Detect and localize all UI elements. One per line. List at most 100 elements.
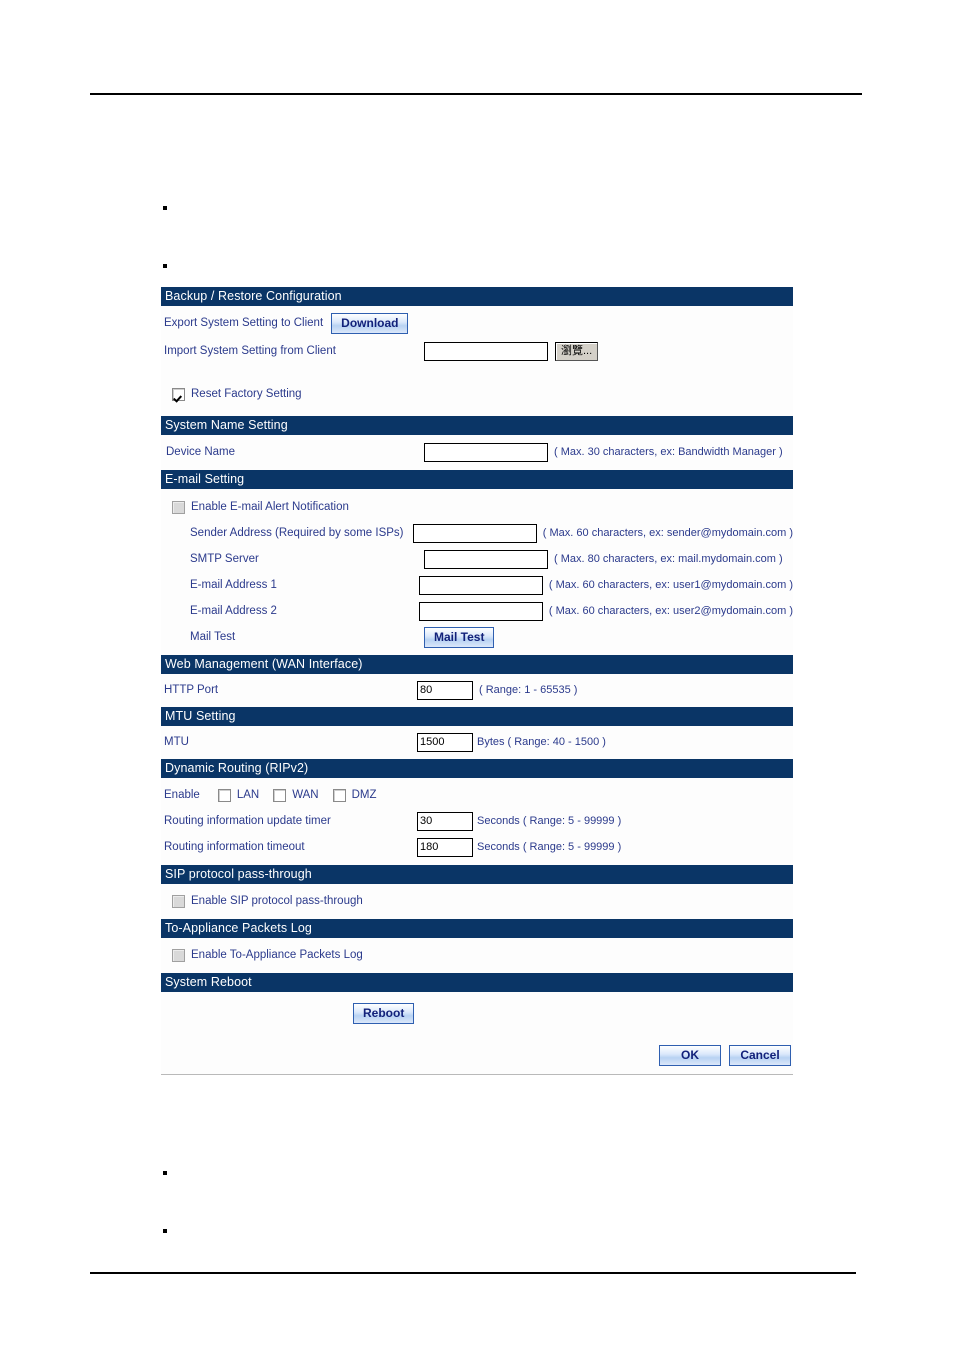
routing-update-timer-row: Routing information update timer Seconds… xyxy=(161,808,793,834)
configuration-panel: Backup / Restore Configuration Export Sy… xyxy=(161,287,793,1075)
download-button[interactable]: Download xyxy=(331,312,409,334)
reboot-button[interactable]: Reboot xyxy=(353,1002,415,1024)
browse-button[interactable]: 瀏覽... xyxy=(555,341,599,361)
ok-button[interactable]: OK xyxy=(659,1045,721,1066)
packets-log-enable-checkbox[interactable] xyxy=(172,948,185,962)
email-address-1-label: E-mail Address 1 xyxy=(190,579,277,591)
mtu-input[interactable] xyxy=(417,732,473,752)
reset-factory-checkbox[interactable] xyxy=(172,387,185,401)
routing-update-timer-label: Routing information update timer xyxy=(164,815,331,827)
import-setting-row: Import System Setting from Client 瀏覽... xyxy=(161,336,793,364)
routing-wan-label: WAN xyxy=(292,789,319,801)
panel-bottom-rule xyxy=(161,1074,793,1075)
http-port-input[interactable] xyxy=(417,680,473,700)
sip-enable-row: Enable SIP protocol pass-through xyxy=(161,884,793,919)
routing-dmz-label: DMZ xyxy=(351,789,377,801)
enable-email-alert-label: Enable E-mail Alert Notification xyxy=(191,501,349,513)
section-header-packets-log: To-Appliance Packets Log xyxy=(161,919,793,938)
routing-timeout-label: Routing information timeout xyxy=(164,841,305,853)
sender-address-hint: ( Max. 60 characters, ex: sender@mydomai… xyxy=(542,527,793,539)
routing-update-timer-input[interactable] xyxy=(417,811,473,831)
section-body-backup-restore: Export System Setting to Client Download… xyxy=(161,306,793,416)
email-address-2-label: E-mail Address 2 xyxy=(190,605,277,617)
device-name-row: Device Name ( Max. 30 characters, ex: Ba… xyxy=(161,435,793,470)
http-port-row: HTTP Port ( Range: 1 - 65535 ) xyxy=(161,674,793,707)
import-file-input[interactable] xyxy=(424,341,548,361)
device-name-label: Device Name xyxy=(166,446,236,458)
mtu-row: MTU Bytes ( Range: 40 - 1500 ) xyxy=(161,726,793,759)
email-address-1-hint: ( Max. 60 characters, ex: user1@mydomain… xyxy=(548,579,793,591)
email-address-2-input[interactable] xyxy=(418,601,543,621)
section-header-system-name: System Name Setting xyxy=(161,416,793,435)
section-body-web-management: HTTP Port ( Range: 1 - 65535 ) xyxy=(161,674,793,707)
cancel-button[interactable]: Cancel xyxy=(729,1045,791,1066)
routing-update-timer-unit: Seconds xyxy=(477,815,520,827)
doc-bullet-1 xyxy=(163,206,167,210)
http-port-hint: ( Range: 1 - 65535 ) xyxy=(479,684,578,696)
sender-address-label: Sender Address (Required by some ISPs) xyxy=(190,527,404,539)
section-body-email: Enable E-mail Alert Notification Sender … xyxy=(161,489,793,655)
doc-bullet-4 xyxy=(163,1229,167,1233)
section-body-dynamic-routing: Enable LAN WAN DMZ Routing information u… xyxy=(161,778,793,865)
enable-email-alert-row: Enable E-mail Alert Notification xyxy=(161,489,793,520)
reboot-row: Reboot xyxy=(161,992,793,1031)
footer-rule xyxy=(90,1272,856,1274)
smtp-server-label: SMTP Server xyxy=(190,553,259,565)
section-header-sip: SIP protocol pass-through xyxy=(161,865,793,884)
sip-enable-label: Enable SIP protocol pass-through xyxy=(191,895,363,907)
routing-wan-checkbox[interactable] xyxy=(273,788,287,802)
routing-timeout-input[interactable] xyxy=(417,837,473,857)
email-address-2-row: E-mail Address 2 ( Max. 60 characters, e… xyxy=(161,598,793,624)
sip-enable-checkbox[interactable] xyxy=(172,894,185,908)
section-body-packets-log: Enable To-Appliance Packets Log xyxy=(161,938,793,973)
export-setting-label: Export System Setting to Client xyxy=(164,317,324,329)
section-header-web-management: Web Management (WAN Interface) xyxy=(161,655,793,674)
section-header-system-reboot: System Reboot xyxy=(161,973,793,992)
email-address-1-input[interactable] xyxy=(418,575,543,595)
routing-update-timer-hint: ( Range: 5 - 99999 ) xyxy=(522,815,622,827)
section-body-sip: Enable SIP protocol pass-through xyxy=(161,884,793,919)
email-address-2-hint: ( Max. 60 characters, ex: user2@mydomain… xyxy=(548,605,793,617)
http-port-label: HTTP Port xyxy=(164,684,219,696)
routing-timeout-row: Routing information timeout Seconds ( Ra… xyxy=(161,834,793,865)
packets-log-enable-row: Enable To-Appliance Packets Log xyxy=(161,938,793,973)
section-header-email: E-mail Setting xyxy=(161,470,793,489)
doc-bullet-3 xyxy=(163,1171,167,1175)
routing-timeout-unit: Seconds xyxy=(477,841,520,853)
mtu-label: MTU xyxy=(164,736,189,748)
routing-dmz-checkbox[interactable] xyxy=(332,788,346,802)
smtp-server-input[interactable] xyxy=(424,549,548,569)
routing-lan-checkbox[interactable] xyxy=(217,788,231,802)
header-rule xyxy=(90,93,862,95)
section-header-dynamic-routing: Dynamic Routing (RIPv2) xyxy=(161,759,793,778)
section-body-mtu: MTU Bytes ( Range: 40 - 1500 ) xyxy=(161,726,793,759)
smtp-server-hint: ( Max. 80 characters, ex: mail.mydomain.… xyxy=(554,553,783,565)
section-body-system-name: Device Name ( Max. 30 characters, ex: Ba… xyxy=(161,435,793,470)
routing-timeout-hint: ( Range: 5 - 99999 ) xyxy=(522,841,622,853)
import-setting-label: Import System Setting from Client xyxy=(164,345,336,357)
device-name-hint: ( Max. 30 characters, ex: Bandwidth Mana… xyxy=(554,446,783,458)
enable-email-alert-checkbox[interactable] xyxy=(172,500,185,514)
reset-factory-label: Reset Factory Setting xyxy=(191,388,302,400)
sender-address-input[interactable] xyxy=(412,523,537,543)
form-actions: OK Cancel xyxy=(161,1031,793,1074)
packets-log-enable-label: Enable To-Appliance Packets Log xyxy=(191,949,363,961)
mail-test-label: Mail Test xyxy=(190,631,236,643)
smtp-server-row: SMTP Server ( Max. 80 characters, ex: ma… xyxy=(161,546,793,572)
export-setting-row: Export System Setting to Client Download xyxy=(161,306,793,336)
device-name-input[interactable] xyxy=(424,442,548,462)
reset-factory-row: Reset Factory Setting xyxy=(161,364,793,416)
mail-test-row: Mail Test Mail Test xyxy=(161,624,793,655)
doc-bullet-2 xyxy=(163,264,167,268)
mail-test-button[interactable]: Mail Test xyxy=(424,626,495,648)
mtu-unit: Bytes xyxy=(477,736,505,748)
section-body-system-reboot: Reboot xyxy=(161,992,793,1031)
sender-address-row: Sender Address (Required by some ISPs) (… xyxy=(161,520,793,546)
section-header-backup-restore: Backup / Restore Configuration xyxy=(161,287,793,306)
routing-lan-label: LAN xyxy=(236,789,260,801)
email-address-1-row: E-mail Address 1 ( Max. 60 characters, e… xyxy=(161,572,793,598)
routing-enable-label: Enable xyxy=(164,789,200,801)
routing-enable-row: Enable LAN WAN DMZ xyxy=(161,778,793,808)
section-header-mtu: MTU Setting xyxy=(161,707,793,726)
mtu-hint: ( Range: 40 - 1500 ) xyxy=(507,736,606,748)
